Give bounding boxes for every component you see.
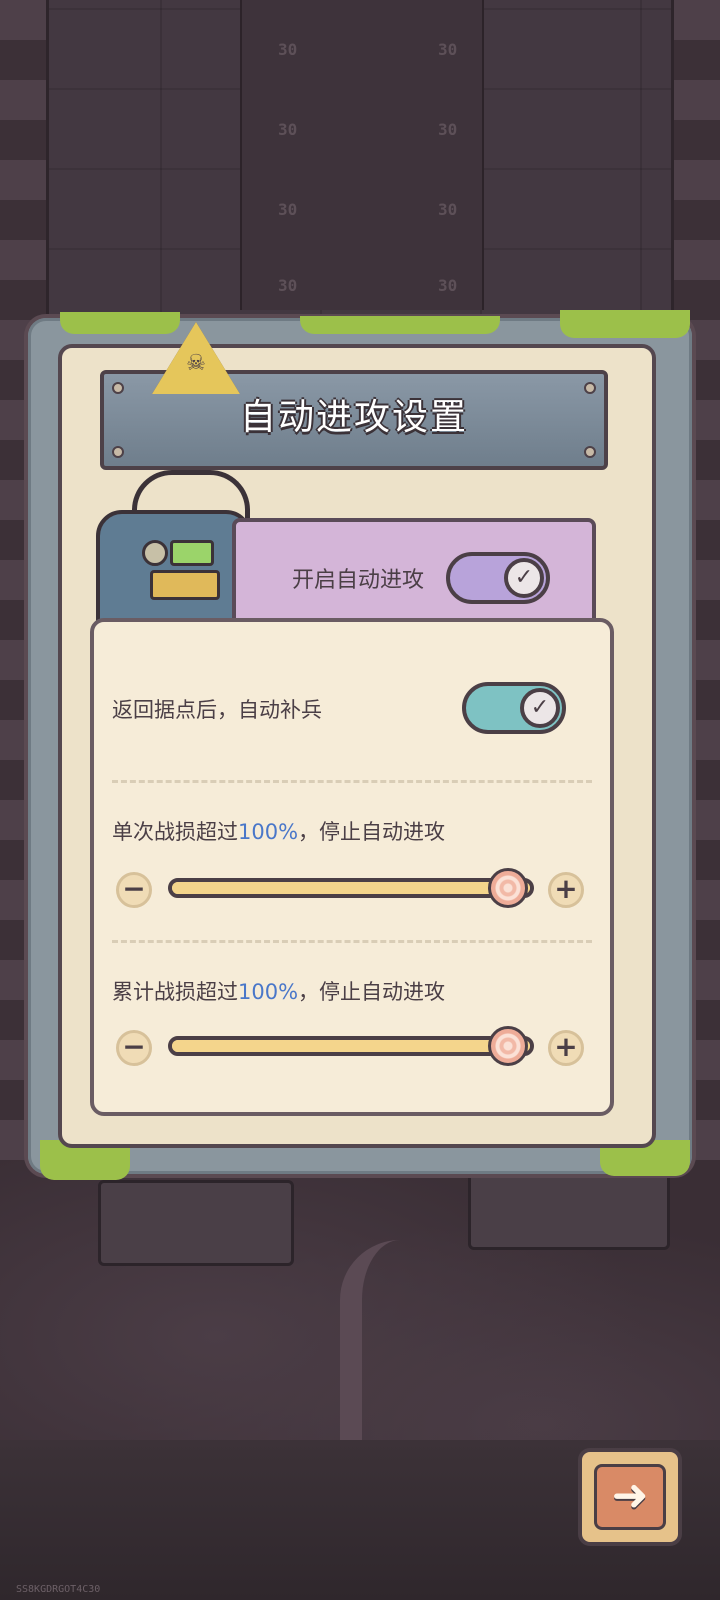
- single-loss-suffix: ，停止自动进攻: [298, 820, 446, 844]
- total-loss-plus-button[interactable]: +: [548, 1030, 584, 1066]
- total-loss-slider-fill: [172, 1040, 530, 1052]
- tile-mark: 30: [438, 200, 458, 219]
- skull-icon: ☠: [186, 351, 206, 376]
- tile-mark: 30: [438, 40, 458, 59]
- auto-reinforce-label: 返回据点后，自动补兵: [112, 698, 322, 722]
- single-loss-minus-button[interactable]: −: [116, 872, 152, 908]
- slime-decoration: [300, 316, 500, 334]
- plus-icon: +: [554, 872, 578, 905]
- slime-decoration: [560, 310, 690, 338]
- robot-dial-icon: [142, 540, 168, 566]
- background-coffin: [98, 1180, 294, 1266]
- plus-icon: +: [554, 1030, 578, 1063]
- background-coffin: [468, 1168, 670, 1250]
- watermark: SS8KGDRGOT4C30: [16, 1584, 101, 1595]
- divider: [112, 780, 592, 783]
- total-loss-label: 累计战损超过100%，停止自动进攻: [112, 976, 445, 1006]
- single-loss-slider-fill: [172, 882, 530, 894]
- single-loss-slider[interactable]: [168, 878, 534, 898]
- tile-mark: 30: [278, 40, 298, 59]
- minus-icon: −: [122, 1030, 146, 1063]
- background-tentacle: [340, 1240, 422, 1440]
- auto-reinforce-toggle[interactable]: ✓: [462, 682, 566, 734]
- auto-attack-label: 开启自动进攻: [292, 568, 425, 593]
- arrow-right-icon: ➜: [594, 1464, 666, 1530]
- single-loss-prefix: 单次战损超过: [112, 820, 238, 844]
- tile-mark: 30: [278, 200, 298, 219]
- check-icon: ✓: [504, 558, 544, 598]
- tile-mark: 30: [278, 276, 298, 295]
- tile-mark: 30: [438, 276, 458, 295]
- total-loss-value: 100%: [238, 980, 299, 1004]
- next-button[interactable]: ➜: [578, 1448, 682, 1546]
- auto-attack-toggle[interactable]: ✓: [446, 552, 550, 604]
- single-loss-plus-button[interactable]: +: [548, 872, 584, 908]
- total-loss-prefix: 累计战损超过: [112, 980, 238, 1004]
- dialog-title: 自动进攻设置: [239, 397, 468, 438]
- total-loss-suffix: ，停止自动进攻: [298, 980, 446, 1004]
- single-loss-label: 单次战损超过100%，停止自动进攻: [112, 816, 445, 846]
- robot-keyboard-icon: [150, 570, 220, 600]
- single-loss-slider-knob[interactable]: [488, 868, 528, 908]
- robot-screen-icon: [170, 540, 214, 566]
- single-loss-value: 100%: [238, 820, 299, 844]
- tile-mark: 30: [438, 120, 458, 139]
- total-loss-slider[interactable]: [168, 1036, 534, 1056]
- total-loss-slider-knob[interactable]: [488, 1026, 528, 1066]
- tile-mark: 30: [278, 120, 298, 139]
- minus-icon: −: [122, 872, 146, 905]
- total-loss-minus-button[interactable]: −: [116, 1030, 152, 1066]
- check-icon: ✓: [520, 688, 560, 728]
- divider: [112, 940, 592, 943]
